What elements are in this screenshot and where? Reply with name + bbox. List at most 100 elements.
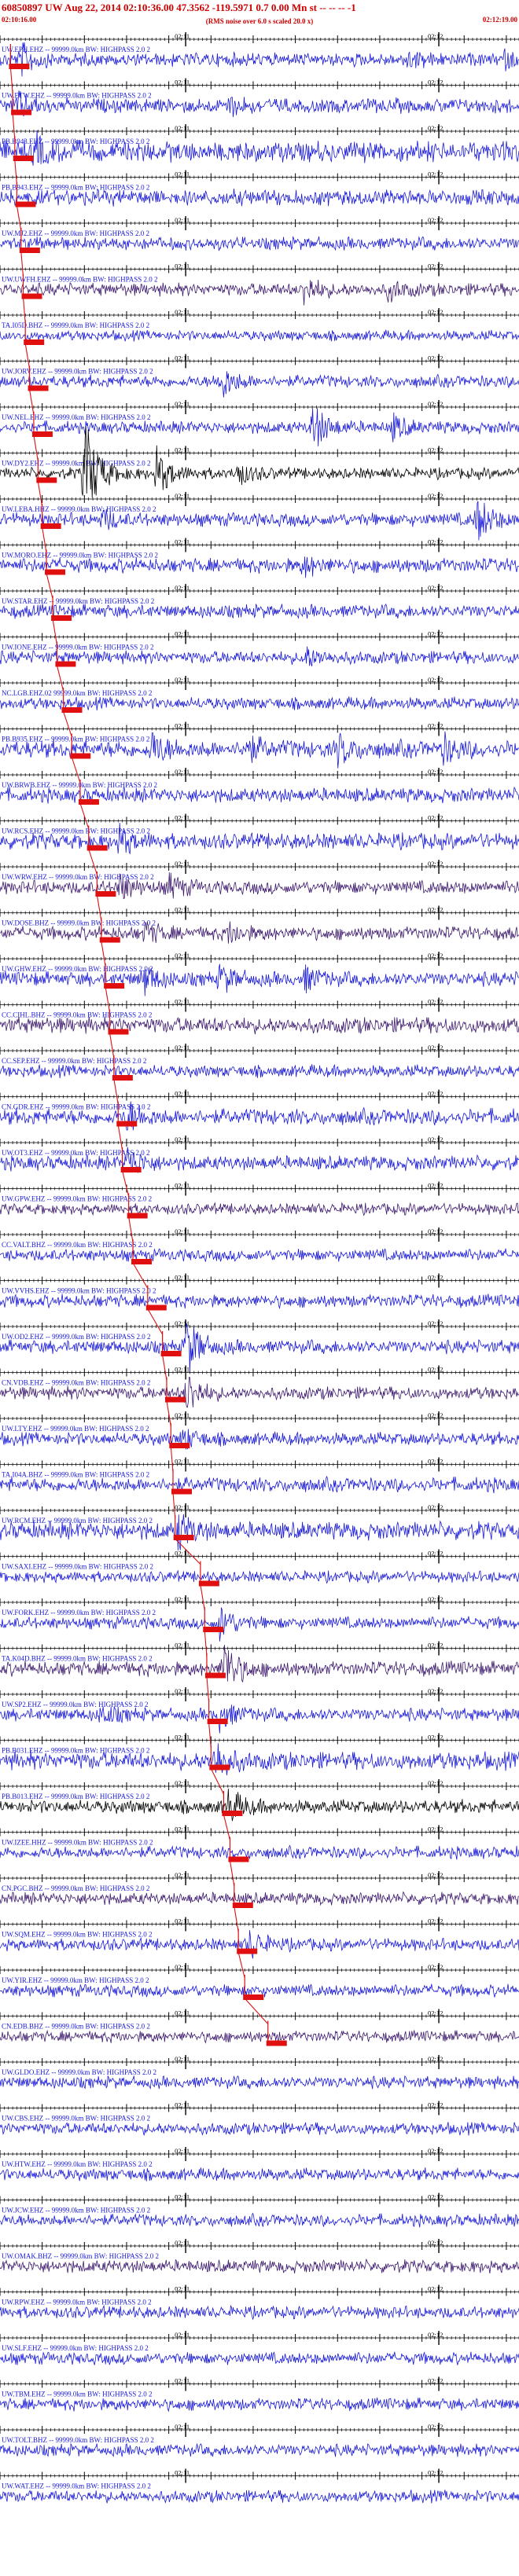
- pick-marker: [11, 109, 32, 116]
- channel-label: UW.JORV.EHZ -- 99999.0km BW: HIGHPASS 2.…: [2, 368, 153, 376]
- pick-marker: [171, 1488, 192, 1495]
- minute-label: 02:11: [175, 1227, 190, 1235]
- minute-label: 02:11: [175, 860, 190, 868]
- pick-marker: [70, 753, 91, 759]
- waveform-trace: [0, 786, 519, 804]
- channel-label: UW.NEL.EHZ -- 99999.0km BW: HIGHPASS 2.0…: [2, 413, 151, 421]
- waveform-trace: [0, 1645, 519, 1682]
- channel-label: CC.VALT.BHZ -- 99999.0km BW: HIGHPASS 2.…: [2, 1241, 153, 1249]
- pick-marker: [9, 64, 30, 69]
- minute-label: 02:11: [175, 722, 190, 730]
- pick-marker: [127, 1213, 148, 1219]
- pick-marker: [112, 1075, 133, 1081]
- minute-label: 02:12: [428, 216, 443, 224]
- minute-label: 02:12: [428, 79, 443, 86]
- channel-label: UW.UWFH.EHZ -- 99999.0km BW: HIGHPASS 2.…: [2, 276, 158, 284]
- minute-label: 02:11: [175, 1274, 190, 1282]
- pick-marker: [45, 569, 66, 575]
- channel-label: UW.ETW.EHZ -- 99999.0km BW: HIGHPASS 2.0…: [2, 92, 152, 100]
- channel-label: PB.B943.EHZ -- 99999.0km BW: HIGHPASS 2.…: [2, 184, 149, 192]
- pick-marker: [95, 891, 116, 897]
- minute-label: 02:12: [428, 32, 443, 40]
- pick-marker: [120, 1167, 142, 1172]
- pick-marker: [86, 845, 108, 851]
- minute-label: 02:11: [175, 171, 190, 178]
- channel-label: UW.VVHS.EHZ -- 99999.0km BW: HIGHPASS 2.…: [2, 1287, 156, 1295]
- minute-label: 02:11: [175, 1642, 190, 1649]
- minute-label: 02:12: [428, 998, 443, 1006]
- minute-label: 02:12: [428, 1182, 443, 1190]
- minute-label: 02:12: [428, 584, 443, 592]
- minute-label: 02:12: [428, 1550, 443, 1558]
- minute-label: 02:12: [428, 308, 443, 316]
- minute-label: 02:12: [428, 952, 443, 960]
- pick-marker: [198, 1580, 219, 1587]
- minute-label: 02:11: [175, 1595, 190, 1603]
- pick-marker: [40, 523, 61, 529]
- channel-label: UW.IONE.EHZ -- 99999.0km BW: HIGHPASS 2.…: [2, 644, 154, 651]
- minute-label: 02:11: [175, 1687, 190, 1695]
- minute-label: 02:11: [175, 262, 190, 270]
- pick-marker: [15, 201, 36, 207]
- minute-label: 02:12: [428, 906, 443, 914]
- minute-label: 02:11: [175, 1136, 190, 1143]
- pick-marker: [203, 1627, 224, 1632]
- minute-label: 02:11: [175, 1182, 190, 1190]
- channel-label: UW.STAR.EHZ -- 99999.0km BW: HIGHPASS 2.…: [2, 597, 154, 605]
- channel-label: UW.WRW.EHZ -- 99999.0km BW: HIGHPASS 2.0…: [2, 873, 154, 881]
- seismogram-plot: 02:11 02:12UW.EPH.EHZ -- 99999.0km BW: HI…: [0, 32, 519, 2504]
- waveform-trace: [0, 1294, 519, 1310]
- channel-label: UW.MORO.EHZ -- 99999.0km BW: HIGHPASS 2.…: [2, 552, 158, 560]
- pick-marker: [24, 339, 45, 345]
- minute-label: 02:11: [175, 446, 190, 454]
- pick-marker: [131, 1259, 153, 1264]
- channel-label: UW.LEBA.HHZ -- 99999.0km BW: HIGHPASS 2.…: [2, 505, 156, 513]
- minute-label: 02:12: [428, 262, 443, 270]
- pick-marker: [99, 937, 120, 943]
- channel-label: UW.MJ2.EHZ -- 99999.0km BW: HIGHPASS 2.0…: [2, 229, 149, 237]
- channel-label: UW.FORK.EHZ -- 99999.0km BW: HIGHPASS 2.…: [2, 1609, 156, 1616]
- channel-label: UW.BRWB.EHZ -- 99999.0km BW: HIGHPASS 2.…: [2, 781, 157, 789]
- waveform-trace: [0, 279, 519, 306]
- minute-label: 02:11: [175, 1503, 190, 1511]
- waveform-trace: [0, 556, 519, 578]
- channel-label: UW.SP2.EHZ -- 99999.0km BW: HIGHPASS 2.0…: [2, 1701, 149, 1708]
- pick-marker: [36, 477, 57, 483]
- waveform-trace: [0, 603, 519, 619]
- minute-label: 02:11: [175, 1458, 190, 1466]
- minute-label: 02:11: [175, 952, 190, 960]
- pick-marker: [13, 156, 34, 161]
- minute-label: 02:12: [428, 1687, 443, 1695]
- pick-marker: [55, 661, 76, 667]
- waveform-trace: [0, 130, 519, 166]
- pick-marker: [108, 1029, 129, 1035]
- waveform-trace: [0, 1704, 519, 1734]
- minute-label: 02:12: [428, 446, 443, 454]
- waveform-trace: [0, 1475, 519, 1494]
- minute-label: 02:12: [428, 124, 443, 132]
- minute-label: 02:12: [428, 400, 443, 408]
- minute-label: 02:11: [175, 1090, 190, 1098]
- pick-marker: [116, 1121, 138, 1127]
- minute-label: 02:11: [175, 676, 190, 684]
- pick-marker: [51, 615, 72, 621]
- channel-label: PB.B935.EHZ -- 99999.0km BW: HIGHPASS 2.…: [2, 736, 149, 743]
- waveform-trace: [0, 236, 519, 251]
- pick-marker: [145, 1305, 167, 1311]
- minute-label: 02:12: [428, 1366, 443, 1374]
- pick-marker: [204, 1672, 226, 1679]
- minute-label: 02:12: [428, 630, 443, 638]
- minute-label: 02:12: [428, 1136, 443, 1143]
- minute-label: 02:11: [175, 492, 190, 500]
- minute-label: 02:11: [175, 768, 190, 776]
- minute-label: 02:12: [428, 1227, 443, 1235]
- channel-label: CN.VDB.EHZ -- 99999.0km BW: HIGHPASS 2.0…: [2, 1379, 150, 1387]
- minute-label: 02:11: [175, 216, 190, 224]
- pick-marker: [173, 1535, 194, 1540]
- minute-label: 02:11: [175, 1044, 190, 1051]
- minute-label: 02:11: [175, 906, 190, 914]
- channel-label: UW.RCM.EHZ -- 99999.0km BW: HIGHPASS 2.0…: [2, 1517, 153, 1525]
- minute-label: 02:11: [175, 308, 190, 316]
- pick-marker: [169, 1443, 190, 1448]
- channel-label: TA.I05D.BHZ -- 99999.0km BW: HIGHPASS 2.…: [2, 321, 149, 329]
